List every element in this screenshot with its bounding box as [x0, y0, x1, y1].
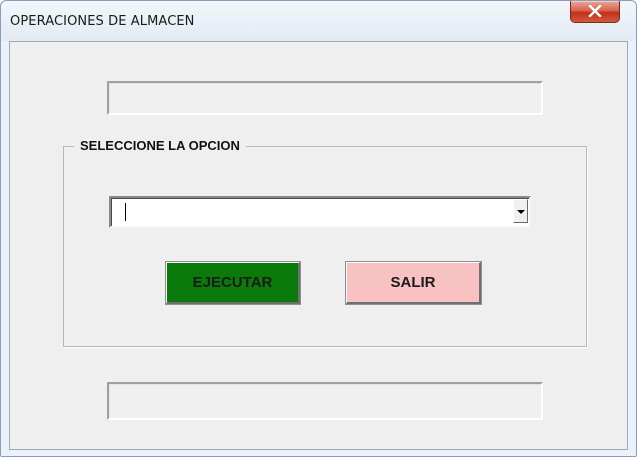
chevron-down-icon	[517, 210, 525, 214]
close-icon	[588, 5, 602, 17]
window-title: OPERACIONES DE ALMACEN	[10, 14, 195, 29]
text-cursor	[125, 203, 126, 221]
form-body: SELECCIONE LA OPCION EJECUTAR SALIR	[9, 41, 628, 450]
dropdown-button[interactable]	[513, 199, 528, 223]
execute-button[interactable]: EJECUTAR	[165, 261, 301, 305]
form-window: OPERACIONES DE ALMACEN SELECCIONE LA OPC…	[0, 0, 637, 457]
top-text-field[interactable]	[107, 81, 543, 115]
title-bar[interactable]: OPERACIONES DE ALMACEN	[1, 1, 636, 41]
group-label: SELECCIONE LA OPCION	[74, 138, 246, 153]
bottom-text-field[interactable]	[107, 382, 543, 420]
exit-button[interactable]: SALIR	[345, 261, 482, 305]
close-button[interactable]	[570, 1, 620, 23]
option-group-box: SELECCIONE LA OPCION	[63, 138, 587, 347]
option-combobox[interactable]	[109, 196, 531, 228]
